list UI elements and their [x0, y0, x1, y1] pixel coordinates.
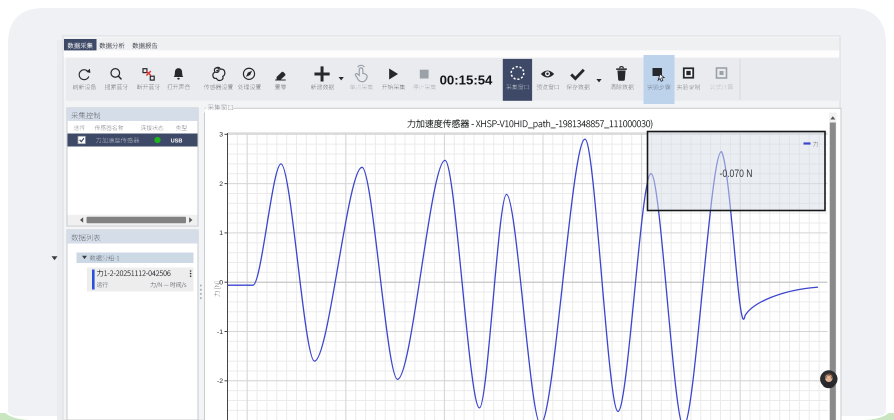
svg-text:1: 1 — [219, 230, 223, 237]
svg-text:00:15:54: 00:15:54 — [440, 73, 493, 88]
svg-text:USB: USB — [171, 138, 183, 144]
svg-text:-2: -2 — [217, 378, 223, 385]
svg-text:3: 3 — [219, 132, 223, 139]
svg-text:-0.070 N: -0.070 N — [720, 168, 753, 180]
svg-text:0: 0 — [219, 280, 223, 287]
svg-text:2: 2 — [219, 181, 223, 188]
svg-text:-1: -1 — [217, 329, 223, 336]
